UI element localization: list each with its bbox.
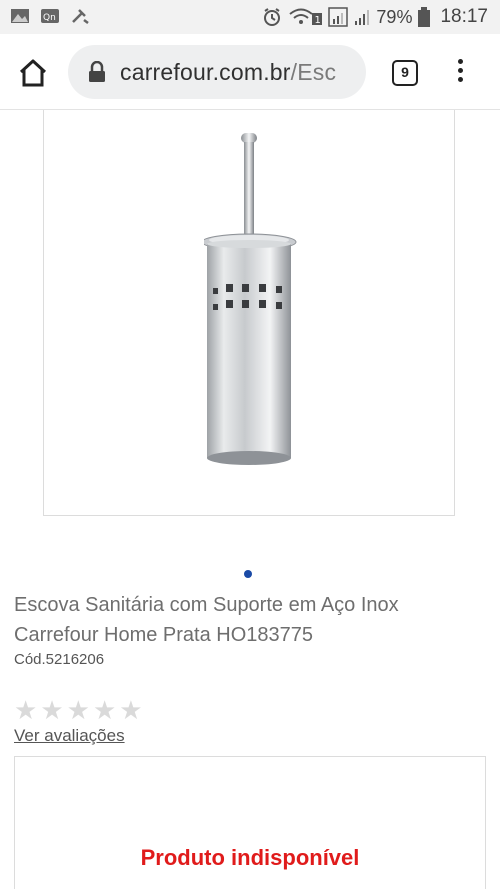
svg-text:Qn: Qn [43, 13, 56, 23]
gallery-pagination-dot[interactable] [244, 570, 252, 578]
star-icon: ★ [40, 695, 64, 725]
star-icon: ★ [14, 695, 38, 725]
product-code: Cód.5216206 [14, 651, 105, 668]
product-image-gallery[interactable] [43, 110, 455, 516]
star-icon: ★ [66, 695, 90, 725]
rating-stars: ★ ★ ★ ★ ★ [14, 697, 143, 723]
svg-text:1: 1 [315, 15, 321, 26]
view-reviews-link[interactable]: Ver avaliações [14, 726, 125, 746]
product-title: Escova Sanitária com Suporte em Aço Inox… [14, 594, 399, 646]
overflow-menu-icon[interactable] [452, 56, 468, 90]
lock-icon [89, 61, 105, 82]
tools-notification-icon [72, 9, 89, 24]
wifi-icon: 1 [289, 8, 323, 26]
availability-panel: Produto indisponível [14, 756, 486, 889]
tab-switcher-button[interactable]: 9 [392, 60, 418, 86]
clock: 18:17 [440, 6, 488, 27]
battery-icon [418, 7, 431, 27]
url-text[interactable]: carrefour.com.br/Esc [120, 59, 336, 86]
url-path: /Esc [290, 59, 337, 85]
chat-notification-icon: Qn [41, 9, 59, 23]
alarm-icon [264, 8, 281, 26]
signal-sim1-icon [328, 7, 349, 27]
notification-icons: Qn [10, 8, 90, 24]
home-icon[interactable] [16, 56, 50, 90]
browser-toolbar: carrefour.com.br/Esc 9 [0, 34, 500, 110]
url-domain: carrefour.com.br [120, 59, 291, 85]
star-icon: ★ [119, 695, 143, 725]
star-icon: ★ [92, 695, 117, 725]
product-image [204, 133, 297, 465]
unavailable-message: Produto indisponível [140, 845, 360, 870]
gallery-notification-icon [11, 9, 29, 23]
status-bar: Qn 1 79% 18:17 [0, 0, 500, 34]
signal-sim2-icon [355, 10, 370, 25]
system-status: 1 79% 18:17 [262, 6, 488, 28]
battery-percent: 79% [376, 6, 413, 27]
address-bar[interactable]: carrefour.com.br/Esc [68, 45, 366, 99]
